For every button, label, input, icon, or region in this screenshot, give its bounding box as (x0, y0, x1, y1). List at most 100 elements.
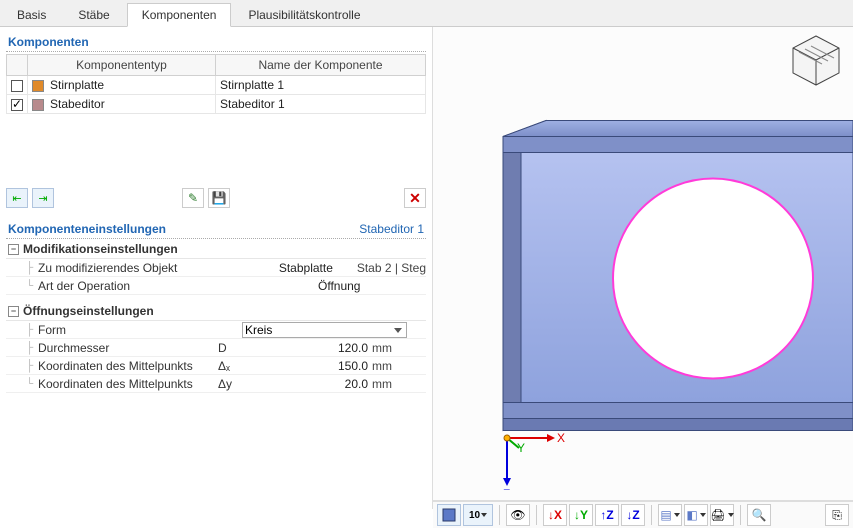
settings-object-name: Stabeditor 1 (359, 222, 424, 236)
axis-x-icon: ↓X (548, 508, 562, 522)
prop-cy-label: Koordinaten des Mittelpunkts (38, 377, 218, 391)
table-row[interactable]: Stirnplatte Stirnplatte 1 (7, 76, 426, 95)
property-row-operation[interactable]: └ Art der Operation Öffnung (6, 277, 426, 295)
isometric-button[interactable]: ◧ (684, 504, 708, 526)
viewport-toolbar: 10 👁 ↓X ↓Y ↑Z ↓Z ▤ ◧ 🖨 🔍 ⎘ (433, 501, 853, 528)
printer-icon: 🖨 (710, 508, 725, 522)
3d-viewport[interactable]: X Z Y (433, 27, 853, 501)
prop-dia-label: Durchmesser (38, 341, 218, 355)
expander-icon[interactable]: − (8, 244, 19, 255)
group-modification-title: Modifikationseinstellungen (23, 242, 178, 256)
prop-dia-value: 120.0 (242, 341, 372, 355)
left-panel: Komponenten Komponententyp Name der Komp… (0, 27, 433, 509)
components-toolbar: ⇤ ⇥ ✎ 💾 ✕ (6, 184, 426, 212)
view-neg-z-button[interactable]: ↓Z (621, 504, 645, 526)
delete-icon: ✕ (409, 190, 421, 207)
svg-text:Z: Z (503, 487, 510, 490)
right-panel: X Z Y 10 👁 ↓X ↓Y ↑Z ↓Z ▤ ◧ 🖨 🔍 (433, 27, 853, 509)
arrow-left-icon: ⇤ (12, 192, 21, 205)
chevron-down-icon (674, 513, 680, 517)
components-panel-title: Komponenten (6, 31, 426, 52)
delete-button[interactable]: ✕ (404, 188, 426, 208)
row1-checkbox[interactable] (11, 99, 23, 111)
property-row-target[interactable]: ├ Zu modifizierendes Objekt Stabplatte S… (6, 259, 426, 277)
tab-bar: Basis Stäbe Komponenten Plausibilitätsko… (0, 0, 853, 27)
save-icon: 💾 (212, 191, 227, 205)
print-button[interactable]: 🖨 (710, 504, 734, 526)
prop-cx-unit: mm (372, 359, 402, 373)
chevron-down-icon (700, 513, 706, 517)
cube-icon: ◧ (686, 508, 697, 522)
tab-basis[interactable]: Basis (2, 3, 61, 26)
row1-swatch (32, 99, 44, 111)
row0-checkbox[interactable] (11, 80, 23, 92)
group-opening[interactable]: − Öffnungseinstellungen (6, 301, 426, 321)
indent-left-button[interactable]: ⇤ (6, 188, 28, 208)
col-name: Name der Komponente (216, 55, 426, 76)
svg-text:Y: Y (517, 441, 525, 455)
tab-plausibilitaet[interactable]: Plausibilitätskontrolle (233, 3, 375, 26)
property-row-center-x[interactable]: ├ Koordinaten des Mittelpunkts Δₓ 150.0 … (6, 357, 426, 375)
library-icon: ✎ (188, 191, 198, 205)
row0-name: Stirnplatte 1 (216, 76, 426, 95)
prop-form-select[interactable]: Kreis (242, 322, 407, 338)
axis-y-icon: ↓Y (574, 508, 588, 522)
axis-neg-z-icon: ↓Z (626, 508, 639, 522)
col-check (7, 55, 28, 76)
prop-cx-label: Koordinaten des Mittelpunkts (38, 359, 218, 373)
components-table: Komponententyp Name der Komponente Stirn… (6, 54, 426, 114)
prop-cx-value: 150.0 (242, 359, 372, 373)
prop-dia-unit: mm (372, 341, 402, 355)
prop-form-label: Form (38, 323, 218, 337)
property-row-center-y[interactable]: └ Koordinaten des Mittelpunkts Δy 20.0 m… (6, 375, 426, 393)
point-size-label: 10 (469, 510, 480, 521)
save-button[interactable]: 💾 (208, 188, 230, 208)
group-modification[interactable]: − Modifikationseinstellungen (6, 239, 426, 259)
row1-type: Stabeditor (50, 97, 105, 111)
eye-button[interactable]: 👁 (506, 504, 530, 526)
chevron-down-icon (481, 513, 487, 517)
arrow-right-icon: ⇥ (38, 192, 47, 205)
eye-icon: 👁 (510, 508, 525, 522)
row0-type: Stirnplatte (50, 78, 104, 92)
chevron-down-icon (728, 513, 734, 517)
prop-target-extra: Stab 2 | Steg (357, 261, 426, 275)
property-row-diameter[interactable]: ├ Durchmesser D 120.0 mm (6, 339, 426, 357)
col-type: Komponententyp (28, 55, 216, 76)
layers-button[interactable]: ▤ (658, 504, 682, 526)
view-x-button[interactable]: ↓X (543, 504, 567, 526)
indent-right-button[interactable]: ⇥ (32, 188, 54, 208)
prop-cy-symbol: Δy (218, 377, 242, 391)
table-row[interactable]: Stabeditor Stabeditor 1 (7, 95, 426, 114)
library-button[interactable]: ✎ (182, 188, 204, 208)
tab-staebe[interactable]: Stäbe (63, 3, 124, 26)
view-cube[interactable] (789, 33, 843, 87)
prop-dia-symbol: D (218, 341, 242, 355)
layers-icon: ▤ (660, 508, 671, 522)
render-mode-icon (442, 508, 456, 522)
prop-op-label: Art der Operation (38, 279, 294, 293)
prop-cx-symbol: Δₓ (218, 359, 242, 373)
prop-op-value: Öffnung (318, 279, 396, 293)
axis-z-icon: ↑Z (600, 508, 613, 522)
view-y-button[interactable]: ↓Y (569, 504, 593, 526)
svg-text:X: X (557, 431, 565, 445)
settings-header: Komponenteneinstellungen Stabeditor 1 (6, 218, 426, 239)
property-row-form[interactable]: ├ Form Kreis (6, 321, 426, 339)
prop-cy-value: 20.0 (242, 377, 372, 391)
export-button[interactable]: ⎘ (825, 504, 849, 526)
point-size-button[interactable]: 10 (463, 504, 493, 526)
row1-name: Stabeditor 1 (216, 95, 426, 114)
tab-komponenten[interactable]: Komponenten (127, 3, 232, 27)
prop-cy-unit: mm (372, 377, 402, 391)
settings-title: Komponenteneinstellungen (8, 222, 166, 236)
row0-swatch (32, 80, 44, 92)
expander-icon[interactable]: − (8, 306, 19, 317)
prop-target-value: Stabplatte (279, 261, 357, 275)
coordinate-axes: X Z Y (489, 420, 569, 490)
prop-target-label: Zu modifizierendes Objekt (38, 261, 255, 275)
magnifier-x-icon: 🔍 (752, 508, 767, 522)
view-z-button[interactable]: ↑Z (595, 504, 619, 526)
render-mode-button[interactable] (437, 504, 461, 526)
search-cancel-button[interactable]: 🔍 (747, 504, 771, 526)
